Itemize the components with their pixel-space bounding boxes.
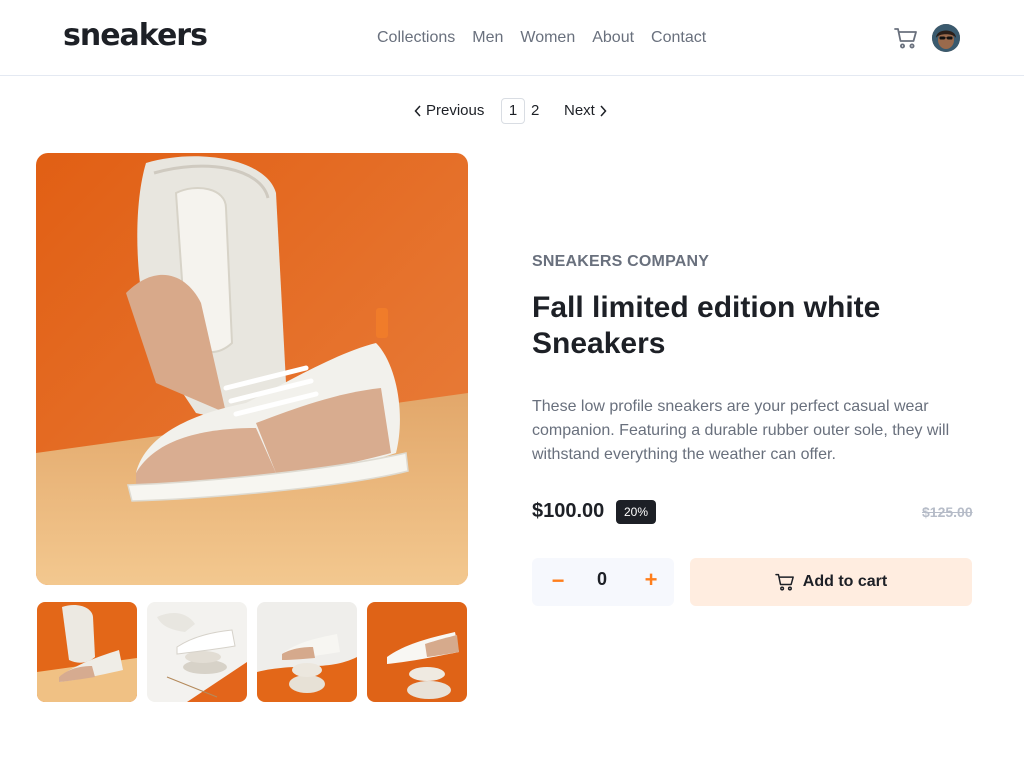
logo[interactable]: sneakers xyxy=(63,18,208,53)
add-to-cart-label: Add to cart xyxy=(802,573,888,590)
pagination: Previous 1 2 Next xyxy=(0,98,1024,126)
thumbnail-3[interactable] xyxy=(257,602,357,702)
site-header: sneakers Collections Men Women About Con… xyxy=(0,0,1024,76)
previous-button[interactable]: Previous xyxy=(414,102,484,119)
nav-men[interactable]: Men xyxy=(472,29,503,47)
nav-contact[interactable]: Contact xyxy=(651,29,706,47)
previous-label: Previous xyxy=(426,102,485,119)
main-nav: Collections Men Women About Contact xyxy=(377,29,706,47)
original-price: $125.00 xyxy=(922,504,973,520)
chevron-right-icon xyxy=(600,104,607,117)
thumbnail-2[interactable] xyxy=(147,602,247,702)
nav-about[interactable]: About xyxy=(592,29,634,47)
product-title: Fall limited edition white Sneakers xyxy=(532,291,881,360)
quantity-value[interactable]: 0 xyxy=(582,569,622,590)
main-product-image[interactable] xyxy=(36,153,468,585)
increase-quantity-button[interactable]: + xyxy=(639,567,663,595)
page-1-button[interactable]: 1 xyxy=(501,98,525,124)
user-avatar[interactable] xyxy=(932,24,960,52)
nav-women[interactable]: Women xyxy=(520,29,575,47)
discount-badge: 20% xyxy=(616,500,656,524)
cart-icon xyxy=(775,573,794,591)
next-label: Next xyxy=(564,102,595,119)
nav-collections[interactable]: Collections xyxy=(377,29,455,47)
chevron-left-icon xyxy=(414,104,421,117)
add-to-cart-button[interactable]: Add to cart xyxy=(690,558,972,606)
thumbnail-strip xyxy=(37,602,467,702)
thumbnail-4[interactable] xyxy=(367,602,467,702)
page-2-button[interactable]: 2 xyxy=(531,102,539,119)
cart-icon[interactable] xyxy=(894,27,918,49)
decrease-quantity-button[interactable]: − xyxy=(546,568,570,596)
next-button[interactable]: Next xyxy=(564,102,607,119)
thumbnail-1[interactable] xyxy=(37,602,137,702)
product-description: These low profile sneakers are your perf… xyxy=(532,398,950,463)
current-price: $100.00 xyxy=(532,500,605,522)
quantity-stepper: − 0 + xyxy=(532,558,674,606)
company-name: SNEAKERS COMPANY xyxy=(532,253,710,270)
